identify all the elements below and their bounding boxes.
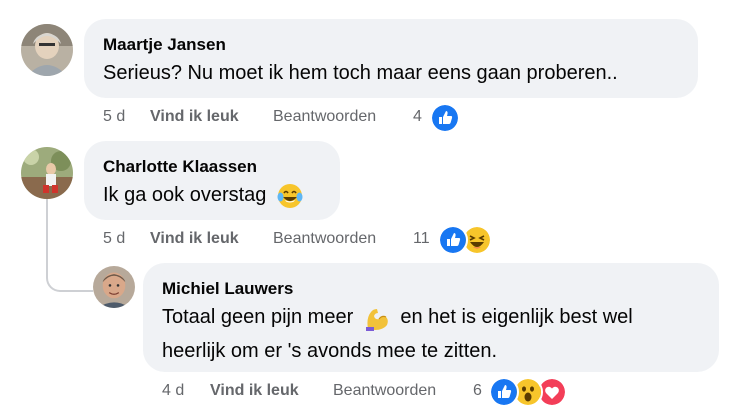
like-icon[interactable] [438, 225, 468, 255]
reply-button[interactable]: Beantwoorden [273, 108, 376, 126]
reaction-count[interactable]: 6 [473, 382, 482, 400]
comment-timestamp[interactable]: 5 d [103, 230, 125, 248]
comment-text-content: en het is eigenlijk best wel [400, 306, 633, 328]
avatar[interactable] [21, 24, 73, 76]
comment-timestamp[interactable]: 4 d [162, 382, 184, 400]
comment-author[interactable]: Maartje Jansen [103, 35, 226, 55]
reaction-count[interactable]: 4 [413, 108, 422, 126]
like-icon[interactable] [489, 377, 519, 407]
comment-author[interactable]: Charlotte Klaassen [103, 157, 257, 177]
comment-text-content: Totaal geen pijn meer [162, 306, 354, 328]
like-icon[interactable] [430, 103, 460, 133]
comment-text: Totaal geen pijn meer en het is eigenlij… [162, 300, 633, 334]
thread-connector [46, 198, 93, 292]
tears-of-joy-emoji [277, 183, 303, 208]
comment-text: heerlijk om er 's avonds mee te zitten. [162, 340, 498, 362]
like-button[interactable]: Vind ik leuk [150, 108, 239, 126]
reaction-count[interactable]: 11 [413, 230, 430, 248]
like-button[interactable]: Vind ik leuk [150, 230, 239, 248]
comment-author[interactable]: Michiel Lauwers [162, 279, 293, 299]
like-button[interactable]: Vind ik leuk [210, 382, 299, 400]
comment-text: Serieus? Nu moet ik hem toch maar eens g… [103, 62, 618, 84]
flexed-biceps-emoji [365, 308, 388, 331]
comment-timestamp[interactable]: 5 d [103, 108, 125, 126]
avatar[interactable] [21, 147, 73, 199]
reply-button[interactable]: Beantwoorden [333, 382, 436, 400]
comment-text: Ik ga ook overstag [103, 178, 308, 212]
avatar[interactable] [93, 266, 135, 308]
comment-text-content: Ik ga ook overstag [103, 184, 267, 206]
reply-button[interactable]: Beantwoorden [273, 230, 376, 248]
